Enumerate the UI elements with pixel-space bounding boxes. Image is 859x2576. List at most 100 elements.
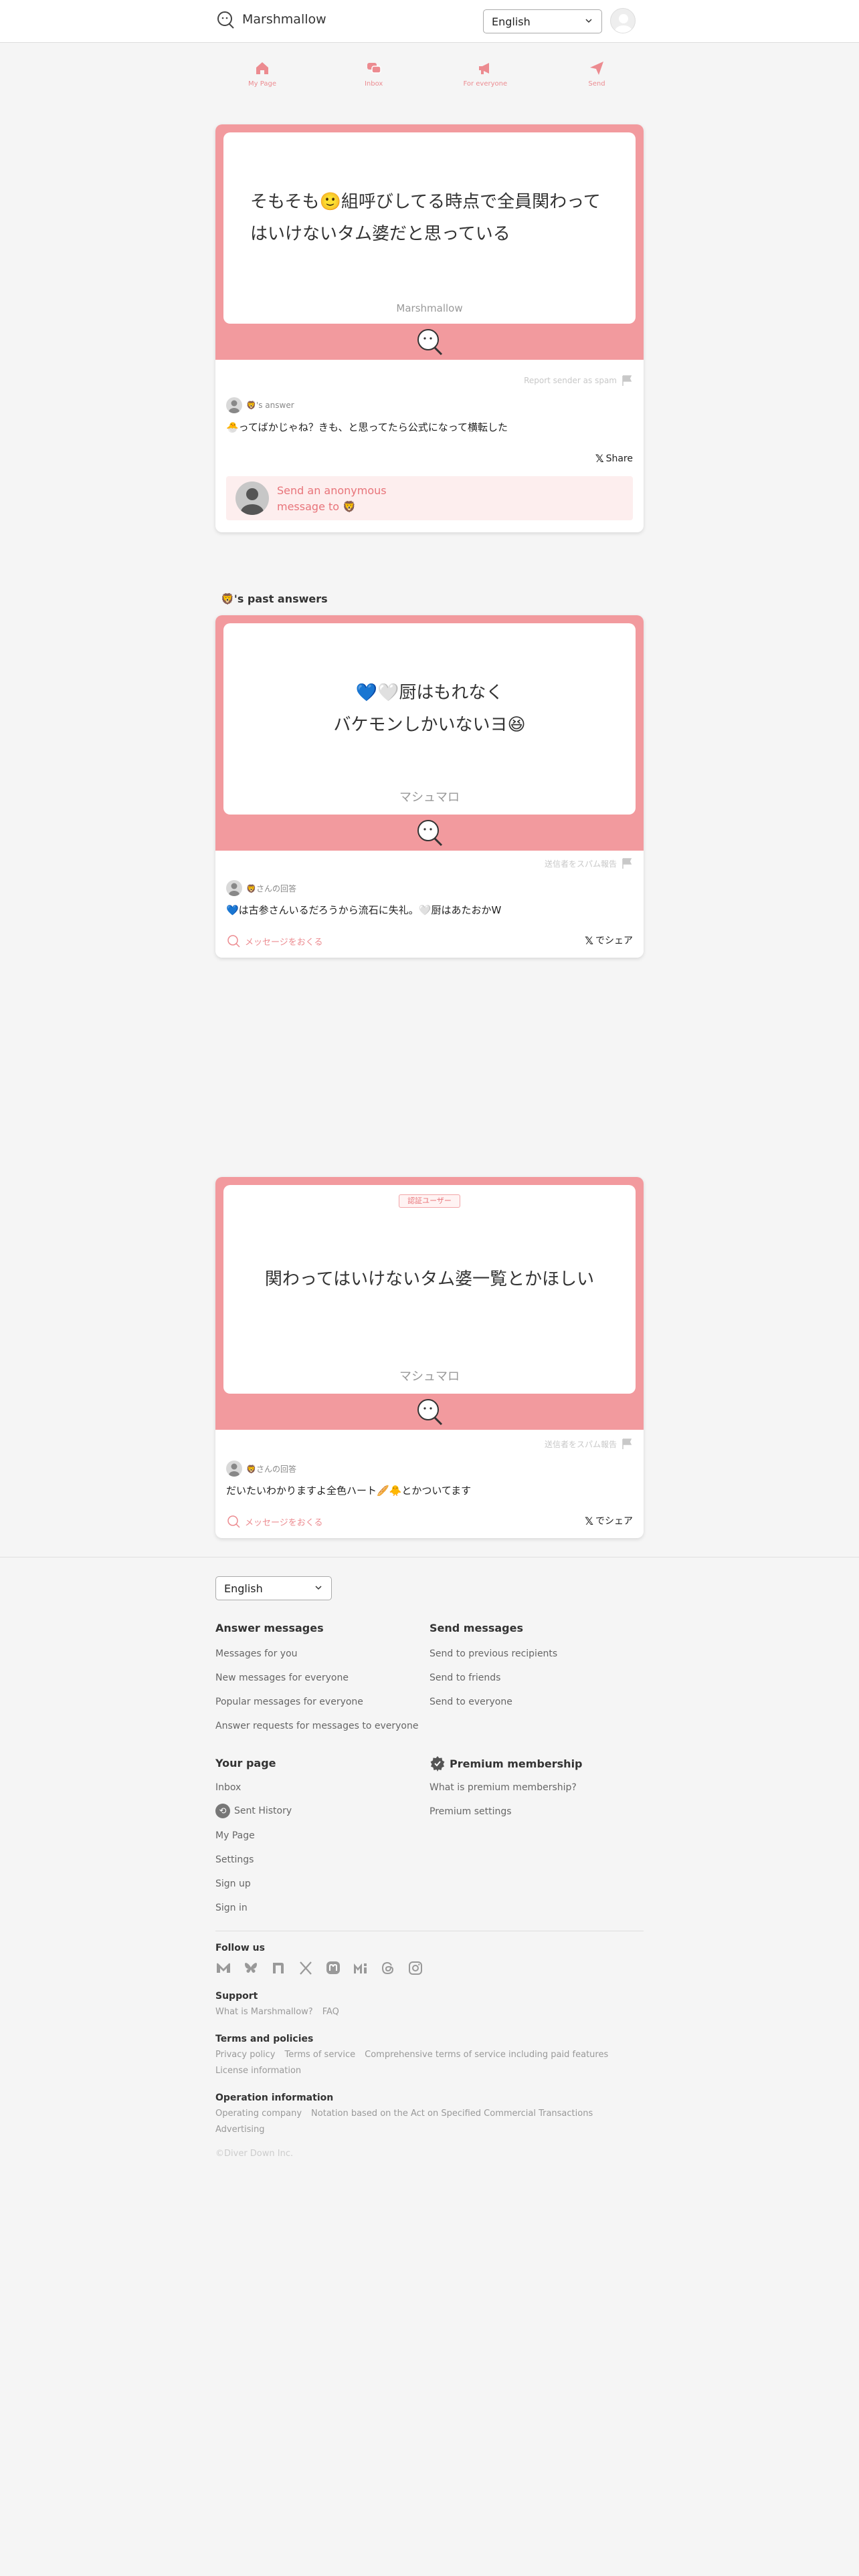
chevron-down-icon [585, 19, 592, 23]
footer-link-what-is-marshmallow[interactable]: What is Marshmallow? [215, 2007, 313, 2017]
open-message-link[interactable]: メッセージをおくる [226, 1514, 322, 1529]
x-icon: 𝕏 [585, 934, 593, 947]
message-line: バケモンしかいないヨ😆 [333, 715, 526, 735]
answer-label: 🦁さんの回答 [246, 1464, 296, 1474]
mastodon-icon[interactable] [325, 1960, 341, 1976]
premium-badge-icon [430, 1756, 445, 1772]
footer-link-sign-up[interactable]: Sign up [215, 1879, 251, 1889]
language-value: English [492, 15, 531, 28]
x-icon: 𝕏 [595, 452, 604, 465]
misskey-io-icon[interactable] [353, 1960, 369, 1976]
note-icon[interactable] [270, 1960, 286, 1976]
message-image: 💙🤍厨はもれなく バケモンしかいないヨ😆 マシュマロ [215, 615, 644, 851]
x-icon: 𝕏 [585, 1514, 593, 1527]
footer-link-terms-of-service[interactable]: Terms of service [284, 2050, 355, 2060]
open-message-label: メッセージをおくる [245, 1517, 323, 1528]
footer-link-my-page[interactable]: My Page [215, 1830, 255, 1841]
send-anonymous-message-button[interactable]: Send an anonymous message to 🦁 [226, 476, 633, 520]
message-inner: そもそも🙂組呼びしてる時点で全員関わってはいけないタム婆だと思っている Mars… [223, 132, 636, 324]
language-select[interactable]: English [483, 9, 602, 33]
bluesky-icon[interactable] [243, 1960, 259, 1976]
avatar [235, 481, 269, 515]
footer-link-send-to-friends[interactable]: Send to friends [430, 1673, 500, 1683]
marshmallow-mascot-icon [417, 1399, 443, 1426]
answer-messages-title: Answer messages [215, 1622, 324, 1634]
report-spam-link[interactable]: 送信者をスパム報告 [545, 1438, 633, 1450]
footer-link-answer-requests[interactable]: Answer requests for messages to everyone [215, 1721, 418, 1731]
avatar-icon [615, 14, 632, 33]
user-avatar-button[interactable] [610, 8, 636, 33]
message-line: 💙🤍厨はもれなく [355, 683, 504, 703]
logo-text: Marshmallow [242, 12, 326, 27]
footer-link-what-is-premium[interactable]: What is premium membership? [430, 1782, 577, 1793]
footer-link-commercial-transactions[interactable]: Notation based on the Act on Specified C… [311, 2109, 593, 2119]
message-inner: 認証ユーザー 関わってはいけないタム婆一覧とかほしい マシュマロ [223, 1185, 636, 1394]
share-button[interactable]: 𝕏 でシェア [585, 1514, 633, 1527]
nav-send[interactable]: Send [550, 60, 644, 94]
marshmallow-mascot-icon [417, 329, 443, 356]
report-spam-link[interactable]: 送信者をスパム報告 [545, 857, 633, 869]
answer-header: 🦁's answer [226, 397, 294, 413]
support-title: Support [215, 1991, 258, 2002]
footer-link-send-to-everyone[interactable]: Send to everyone [430, 1697, 512, 1707]
nav-inbox[interactable]: Inbox [327, 60, 421, 94]
nav-label: For everyone [463, 80, 508, 88]
footer-link-previous-recipients[interactable]: Send to previous recipients [430, 1648, 557, 1659]
your-page-title: Your page [215, 1757, 276, 1769]
footer-link-sign-in[interactable]: Sign in [215, 1903, 248, 1913]
footer-link-settings[interactable]: Settings [215, 1854, 254, 1865]
language-value: English [224, 1582, 263, 1595]
past-answer-card: 💙🤍厨はもれなく バケモンしかいないヨ😆 マシュマロ 送信者をスパム報告 🦁さん… [215, 615, 644, 958]
home-icon [256, 62, 268, 74]
footer-link-inbox[interactable]: Inbox [215, 1782, 241, 1793]
x-icon[interactable] [298, 1960, 314, 1976]
nav-my-page[interactable]: My Page [215, 60, 309, 94]
send-prompt: Send an anonymous message to 🦁 [277, 484, 387, 513]
report-spam-link[interactable]: Report sender as spam [524, 374, 633, 387]
header: Marshmallow English [0, 0, 859, 43]
answer-label: 🦁's answer [246, 401, 294, 410]
message-image: 認証ユーザー 関わってはいけないタム婆一覧とかほしい マシュマロ [215, 1177, 644, 1430]
avatar-icon [229, 1463, 240, 1477]
share-label: Share [605, 453, 633, 464]
message-text: 関わってはいけないタム婆一覧とかほしい [264, 1269, 595, 1289]
share-button[interactable]: 𝕏 Share [595, 452, 633, 465]
open-message-link[interactable]: メッセージをおくる [226, 934, 322, 948]
footer-link-premium-settings[interactable]: Premium settings [430, 1806, 512, 1817]
marshmallow-logo-icon [227, 935, 240, 948]
instagram-icon[interactable] [407, 1960, 423, 1976]
inbox-icon [367, 63, 381, 74]
misskey-icon[interactable] [215, 1960, 231, 1976]
nav-label: Send [588, 80, 605, 88]
terms-links: Privacy policy Terms of service Comprehens… [215, 2050, 617, 2060]
share-button[interactable]: 𝕏 でシェア [585, 934, 633, 947]
footer-link-license[interactable]: License information [215, 2066, 301, 2076]
footer-link-new-messages[interactable]: New messages for everyone [215, 1673, 349, 1683]
avatar-icon [229, 400, 240, 413]
premium-title-label: Premium membership [450, 1757, 583, 1770]
logo[interactable]: Marshmallow [215, 9, 326, 29]
flag-icon [622, 858, 632, 869]
footer-link-privacy-policy[interactable]: Privacy policy [215, 2050, 275, 2060]
footer-link-sent-history[interactable]: ⟲ Sent History [215, 1804, 292, 1818]
message-text: 💙🤍厨はもれなく バケモンしかいないヨ😆 [250, 623, 609, 794]
footer-link-faq[interactable]: FAQ [322, 2007, 339, 2017]
footer-link-advertising[interactable]: Advertising [215, 2125, 265, 2135]
flag-icon [622, 1438, 632, 1449]
avatar-icon [241, 488, 264, 515]
send-messages-title: Send messages [430, 1622, 523, 1634]
footer: English Answer messages Messages for you… [0, 1557, 859, 2576]
nav-for-everyone[interactable]: For everyone [438, 60, 532, 94]
footer-link-popular-messages[interactable]: Popular messages for everyone [215, 1697, 363, 1707]
marshmallow-logo-icon [227, 1515, 240, 1528]
threads-icon[interactable] [380, 1960, 396, 1976]
share-label: でシェア [595, 936, 633, 946]
answer-text: だいたいわかりますよ全色ハート🥖🐥とかついてます [226, 1485, 472, 1497]
brand-label: マシュマロ [399, 1370, 460, 1384]
top-navigation: My Page Inbox For everyone Send [215, 60, 644, 94]
send-icon [589, 62, 603, 75]
footer-link-messages-for-you[interactable]: Messages for you [215, 1648, 298, 1659]
footer-language-select[interactable]: English [215, 1576, 332, 1600]
footer-link-comprehensive-terms[interactable]: Comprehensive terms of service including… [365, 2050, 608, 2060]
footer-link-operating-company[interactable]: Operating company [215, 2109, 302, 2119]
